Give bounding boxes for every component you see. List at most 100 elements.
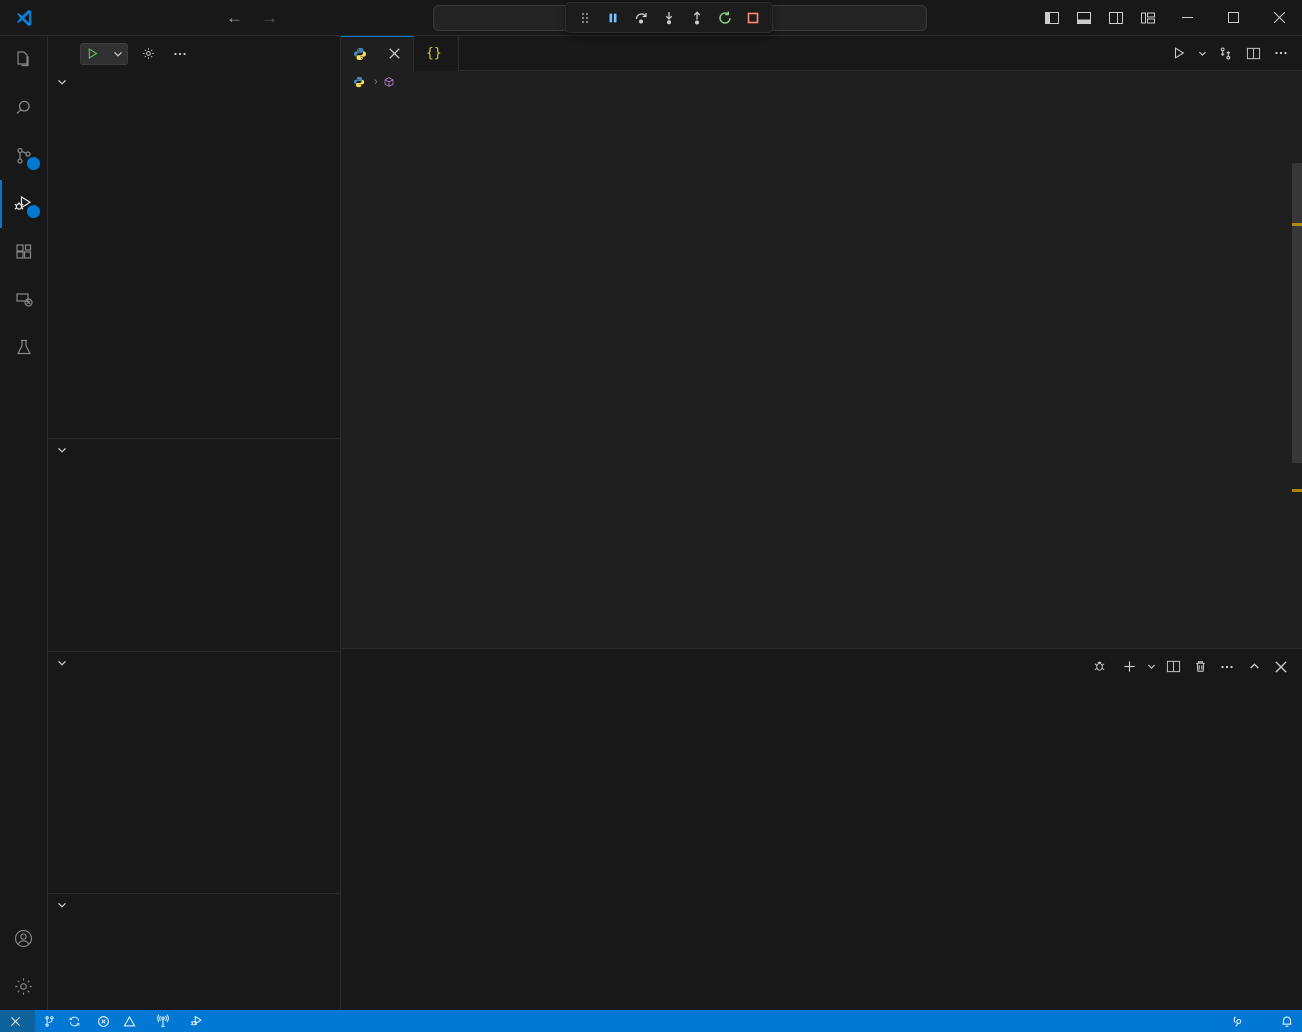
menu-edit[interactable] [66,14,84,22]
breadcrumb: › [341,71,1302,93]
status-bar [0,1010,1302,1032]
vscode-window: ← → [0,0,1302,1032]
panel-more-actions-icon[interactable] [1214,654,1240,680]
stop-icon[interactable] [740,6,766,30]
status-encoding[interactable] [1191,1010,1207,1032]
radio-tower-icon [156,1014,170,1028]
drag-handle-icon[interactable] [572,6,598,30]
scrollbar-thumb[interactable] [1292,163,1302,463]
go-back-icon[interactable]: ← [226,9,243,26]
editor-scrollbar[interactable] [1292,93,1302,648]
code-editor[interactable] [341,93,1178,648]
variables-header[interactable] [48,71,340,93]
window-close-button[interactable] [1256,0,1302,36]
activitybar-accounts[interactable] [0,914,48,962]
activitybar-search[interactable] [0,84,48,132]
close-panel-icon[interactable] [1268,654,1294,680]
status-eol[interactable] [1207,1010,1223,1032]
step-out-icon[interactable] [684,6,710,30]
menu-file[interactable] [48,14,66,22]
menu-view[interactable] [102,14,120,22]
maximize-panel-chevron-up-icon[interactable] [1241,654,1267,680]
call-stack-header[interactable] [48,652,340,674]
menu-run[interactable] [138,14,156,22]
section-call-stack [48,651,340,893]
status-cursor-position[interactable] [1159,1010,1175,1032]
split-editor-icon[interactable] [1240,39,1266,67]
sidebar-more-actions-icon[interactable] [168,42,192,66]
status-ports[interactable] [148,1010,182,1032]
watch-header[interactable] [48,439,340,461]
status-remote-indicator[interactable] [0,1010,35,1032]
chevron-down-icon [54,77,70,87]
debug-toolbar [565,2,773,33]
step-into-icon[interactable] [656,6,682,30]
new-terminal-icon[interactable] [1116,654,1142,680]
status-branch[interactable] [35,1010,89,1032]
menu-go[interactable] [120,14,138,22]
status-language-mode[interactable] [1223,1010,1256,1032]
python-env-icon [1231,1015,1244,1028]
editor-area: {} [341,36,1302,1010]
activitybar-explorer[interactable] [0,36,48,84]
menu-selection[interactable] [84,14,102,22]
symbol-method-icon [383,76,395,88]
window-right-controls [1036,0,1302,36]
status-debug-session[interactable] [182,1010,216,1032]
activitybar-testing[interactable] [0,324,48,372]
json-icon: {} [426,46,442,61]
terminal-output[interactable] [341,684,1302,1010]
start-debugging-icon[interactable] [81,47,104,60]
menu-more[interactable] [156,14,174,22]
debug-configuration-select[interactable] [80,43,128,65]
window-minimize-button[interactable] [1164,0,1210,36]
status-problems[interactable] [89,1010,148,1032]
breadcrumb-symbol[interactable] [383,76,399,88]
tab-main-py[interactable] [341,36,414,71]
restart-icon[interactable] [712,6,738,30]
activitybar-source-control[interactable] [0,132,48,180]
activitybar-settings[interactable] [0,962,48,1010]
sync-changes-icon[interactable] [68,1015,81,1028]
go-forward-icon[interactable]: → [261,9,278,26]
git-branch-icon [43,1015,56,1028]
breakpoints-header[interactable] [48,894,340,916]
run-and-debug-sidebar [48,36,341,1010]
window-maximize-button[interactable] [1210,0,1256,36]
toggle-panel-icon[interactable] [1068,0,1100,36]
terminal-dropdown-chevron-down-icon[interactable] [1143,654,1159,680]
editor-tabs: {} [341,36,1302,71]
status-indentation[interactable] [1175,1010,1191,1032]
activitybar-remote-explorer[interactable] [0,276,48,324]
source-control-compare-icon[interactable] [1212,39,1238,67]
toggle-primary-sidebar-icon[interactable] [1036,0,1068,36]
minimap[interactable] [1178,93,1302,648]
kill-terminal-trash-icon[interactable] [1187,654,1213,680]
open-launch-json-gear-icon[interactable] [136,42,160,66]
activitybar-extensions[interactable] [0,228,48,276]
breadcrumb-file[interactable] [353,76,369,88]
debug-alt-icon [190,1014,204,1028]
customize-layout-icon[interactable] [1132,0,1164,36]
workbench-body: {} [0,36,1302,1010]
remote-icon [9,1015,22,1028]
run-options-chevron-down-icon[interactable] [1194,39,1210,67]
status-bar-right [1159,1010,1302,1032]
tab-launch-json[interactable]: {} [414,36,459,71]
step-over-icon[interactable] [628,6,654,30]
tab-close-icon[interactable] [385,45,403,63]
activitybar-run-and-debug[interactable] [0,180,48,228]
editor-actions [1166,36,1302,71]
chevron-down-icon [54,445,70,455]
status-interpreter[interactable] [1256,1010,1272,1032]
run-python-file-icon[interactable] [1166,39,1192,67]
editor-more-actions-icon[interactable] [1268,39,1294,67]
vscode-logo-icon [0,0,48,36]
status-notifications-bell-icon[interactable] [1272,1010,1302,1032]
chevron-down-icon[interactable] [109,49,127,59]
pause-icon[interactable] [600,6,626,30]
active-terminal-selector[interactable] [1089,654,1115,680]
split-terminal-icon[interactable] [1160,654,1186,680]
breadcrumb-separator-icon: › [374,76,378,88]
toggle-secondary-sidebar-icon[interactable] [1100,0,1132,36]
